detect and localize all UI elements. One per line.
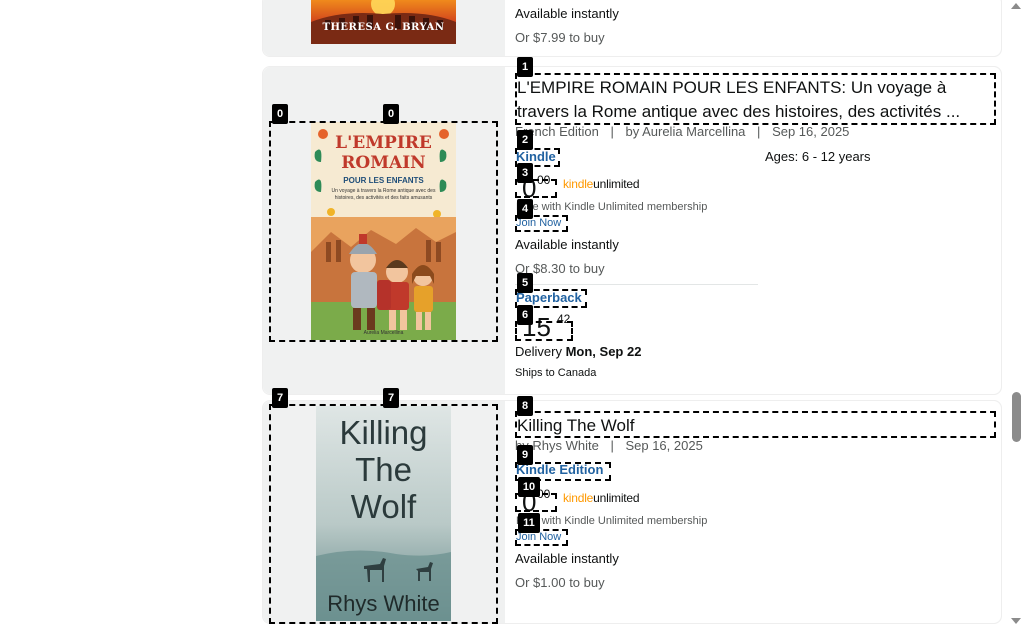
annotation-tag: 11 xyxy=(518,513,540,533)
availability-text: Available instantly xyxy=(515,551,619,566)
annotation-tag: 8 xyxy=(517,396,533,416)
scroll-down-arrow-icon[interactable] xyxy=(1011,618,1021,624)
annotation-tag: 10 xyxy=(518,477,540,497)
separator: | xyxy=(757,124,761,139)
annotation-tag: 7 xyxy=(383,388,399,408)
scrollbar-track[interactable] xyxy=(1008,0,1024,629)
search-results-page: THERESA G. BRYAN Available instantly Or … xyxy=(0,0,1024,629)
annotation-tag: 2 xyxy=(517,130,533,150)
delivery-date: Mon, Sep 22 xyxy=(565,344,642,359)
book-byline: by Rhys White | Sep 16, 2025 xyxy=(515,438,703,453)
annotation-tag: 9 xyxy=(517,445,533,465)
ku-kindle-word: kindle xyxy=(563,177,594,191)
age-range-text: Ages: 6 - 12 years xyxy=(765,149,871,164)
availability-text: Available instantly xyxy=(515,6,619,21)
ku-membership-note: Free with Kindle Unlimited membership xyxy=(516,201,708,213)
separator: | xyxy=(610,438,614,453)
scrollbar-thumb[interactable] xyxy=(1012,392,1021,442)
annotation-box-1 xyxy=(515,73,996,125)
publish-date: Sep 16, 2025 xyxy=(772,124,850,139)
annotation-box-0 xyxy=(269,121,498,342)
author-text: by Aurelia Marcellina xyxy=(625,124,746,139)
buy-price-text: Or $7.99 to buy xyxy=(515,30,605,45)
publish-date: Sep 16, 2025 xyxy=(625,438,703,453)
scroll-up-arrow-icon[interactable] xyxy=(1011,3,1021,9)
buy-price-text: Or $1.00 to buy xyxy=(515,575,605,590)
annotation-tag: 4 xyxy=(517,199,533,219)
ku-membership-note: Free with Kindle Unlimited membership xyxy=(516,515,708,527)
separator: | xyxy=(610,124,614,139)
delivery-label: Delivery xyxy=(515,344,562,359)
delivery-text: Delivery Mon, Sep 22 xyxy=(515,344,641,359)
ku-kindle-word: kindle xyxy=(563,491,594,505)
annotation-tag: 1 xyxy=(517,57,533,77)
ships-to-text: Ships to Canada xyxy=(515,367,597,379)
annotation-tag: 6 xyxy=(517,305,533,325)
book-byline: French Edition | by Aurelia Marcellina |… xyxy=(515,124,849,139)
ku-unlimited-word: unlimited xyxy=(593,177,640,191)
ku-unlimited-word: unlimited xyxy=(593,491,640,505)
cover-author-text: THERESA G. BRYAN xyxy=(322,22,445,33)
annotation-tag: 0 xyxy=(383,104,399,124)
annotation-tag: 5 xyxy=(517,273,533,293)
annotation-box-8 xyxy=(515,411,996,438)
kindle-unlimited-logo: kindleunlimited xyxy=(563,177,640,191)
kindle-unlimited-logo: kindleunlimited xyxy=(563,491,640,505)
availability-text: Available instantly xyxy=(515,237,619,252)
annotation-tag: 3 xyxy=(517,163,533,183)
annotation-box-7 xyxy=(269,404,498,624)
annotation-tag: 7 xyxy=(272,388,288,408)
book-cover-colosseum[interactable]: THERESA G. BRYAN xyxy=(311,0,456,44)
format-divider xyxy=(515,284,758,285)
annotation-tag: 0 xyxy=(272,104,288,124)
